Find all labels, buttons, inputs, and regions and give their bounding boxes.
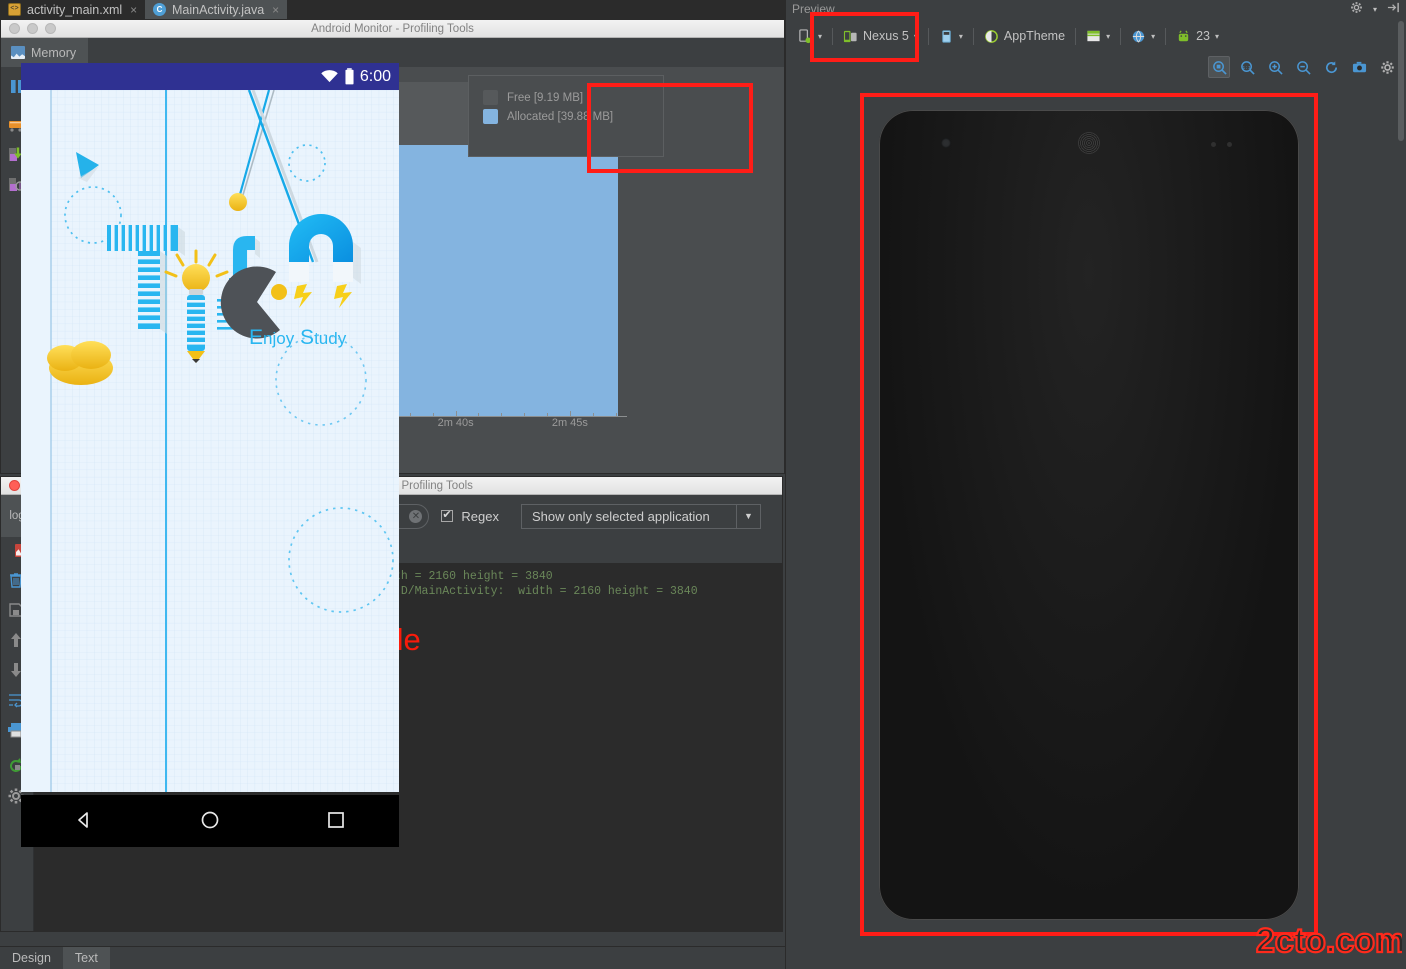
recents-icon[interactable]: [325, 809, 347, 834]
toolbar-separator: [1075, 27, 1077, 45]
device-clock: 6:00: [359, 67, 391, 85]
activity-icon: [1087, 30, 1100, 41]
chevron-down-icon[interactable]: ▾: [1106, 32, 1110, 41]
preview-zoom-controls: 1:1: [1208, 56, 1398, 78]
file-tab-label: MainActivity.java: [172, 2, 265, 17]
tab-text[interactable]: Text: [62, 947, 110, 969]
clear-search-icon[interactable]: ✕: [409, 509, 423, 523]
x-axis-tick-label: 2m 40s: [437, 417, 474, 429]
toolbar-separator: [1165, 27, 1167, 45]
device-highlight-box: [860, 93, 1318, 936]
android-studio-window: activity_main.xml × C MainActivity.java …: [0, 0, 1406, 969]
toolbar-separator: [1120, 27, 1122, 45]
settings-icon[interactable]: [1376, 56, 1398, 78]
gear-icon[interactable]: [1350, 1, 1363, 17]
x-axis-tick-label: 2m 45s: [551, 417, 588, 429]
watermark: 2cto.com: [1254, 921, 1406, 961]
toolbar-separator: [972, 27, 974, 45]
battery-icon: [345, 68, 354, 85]
refresh-icon[interactable]: [1320, 56, 1342, 78]
tab-memory-label: Memory: [31, 45, 77, 60]
preview-header-actions: ▾: [1350, 1, 1400, 17]
tick-mark: [455, 411, 457, 417]
locale-icon: [1132, 30, 1145, 42]
wifi-icon: [321, 70, 338, 83]
chevron-down-icon[interactable]: ▾: [1151, 32, 1155, 41]
file-tab-mainactivity-java[interactable]: C MainActivity.java ×: [145, 0, 287, 19]
editor-design-text-tabs: Design Text: [0, 946, 785, 969]
theme-icon: [985, 29, 998, 43]
application-filter-dropdown[interactable]: Show only selected application ▼: [520, 503, 761, 529]
tick-mark: [478, 413, 480, 417]
theme-label: AppTheme: [1003, 29, 1066, 43]
preview-scrollbar[interactable]: [1396, 19, 1406, 969]
legend-label-free: Free [9.19 MB]: [507, 91, 584, 104]
editor-file-tabs: activity_main.xml × C MainActivity.java …: [0, 0, 785, 19]
legend-item-allocated: Allocated [39.88 MB]: [469, 107, 663, 126]
file-tab-activity-main-xml[interactable]: activity_main.xml ×: [0, 0, 145, 19]
tick-mark: [409, 413, 411, 417]
api-level-label: 23: [1196, 29, 1210, 43]
tab-design[interactable]: Design: [0, 947, 63, 969]
legend-item-free: Free [9.19 MB]: [469, 88, 663, 107]
regex-label: Regex: [461, 508, 499, 524]
activity-selector[interactable]: ▾: [1078, 23, 1118, 49]
java-class-icon: C: [153, 3, 166, 16]
xml-file-icon: [8, 3, 21, 16]
zoom-actual-size-icon[interactable]: 1:1: [1236, 56, 1258, 78]
legend-swatch-allocated: [483, 109, 498, 124]
legend-label-allocated: Allocated [39.88 MB]: [507, 110, 614, 123]
zoom-in-icon[interactable]: [1264, 56, 1286, 78]
svg-text:1:1: 1:1: [1242, 64, 1251, 70]
memory-graph-icon: [11, 46, 25, 59]
api-level-selector[interactable]: 23 ▾: [1168, 23, 1227, 49]
device-status-bar: 6:00: [21, 63, 399, 90]
zoom-out-icon[interactable]: [1292, 56, 1314, 78]
app-artwork: Enjoy Study: [21, 90, 399, 792]
tick-mark: [501, 413, 503, 417]
zoom-to-fit-icon[interactable]: [1208, 56, 1230, 78]
regex-checkbox[interactable]: [441, 508, 454, 522]
tick-mark: [615, 413, 617, 417]
svg-text:2cto.com: 2cto.com: [1256, 922, 1402, 959]
window-titlebar: Android Monitor - Profiling Tools: [1, 20, 784, 38]
file-tab-label: activity_main.xml: [27, 2, 123, 17]
theme-selector[interactable]: AppTheme: [976, 23, 1073, 49]
tick-mark: [524, 413, 526, 417]
chevron-down-icon[interactable]: ▼: [735, 504, 760, 528]
toolbar-separator: [927, 27, 929, 45]
close-icon[interactable]: ×: [272, 3, 279, 17]
back-icon[interactable]: [73, 809, 95, 834]
legend-swatch-free: [483, 90, 498, 105]
tick-mark: [432, 413, 434, 417]
nexus5-highlight-box: [810, 12, 919, 62]
chevron-down-icon[interactable]: ▾: [1215, 32, 1219, 41]
chevron-down-icon[interactable]: ▾: [959, 32, 963, 41]
orientation-selector[interactable]: ▾: [931, 23, 971, 49]
orientation-icon: [942, 29, 951, 43]
screenshot-icon[interactable]: [1348, 56, 1370, 78]
tick-mark: [569, 411, 571, 417]
close-icon[interactable]: ×: [130, 3, 137, 17]
tick-mark: [547, 413, 549, 417]
artwork-enjoy-study-text: Enjoy Study: [249, 326, 347, 349]
collapse-panel-icon[interactable]: [1387, 1, 1400, 17]
tick-mark: [592, 413, 594, 417]
application-filter-value: Show only selected application: [531, 508, 710, 524]
api-level-icon: [1178, 30, 1189, 41]
locale-selector[interactable]: ▾: [1123, 23, 1163, 49]
home-icon[interactable]: [199, 809, 221, 834]
scrollbar-thumb[interactable]: [1398, 21, 1404, 141]
artwork-svg: Enjoy Study: [21, 90, 399, 792]
device-nav-bar: [21, 795, 399, 847]
window-title: Android Monitor - Profiling Tools: [311, 22, 474, 35]
chart-legend: Free [9.19 MB] Allocated [39.88 MB]: [468, 75, 664, 157]
chevron-down-icon[interactable]: ▾: [1373, 5, 1377, 14]
